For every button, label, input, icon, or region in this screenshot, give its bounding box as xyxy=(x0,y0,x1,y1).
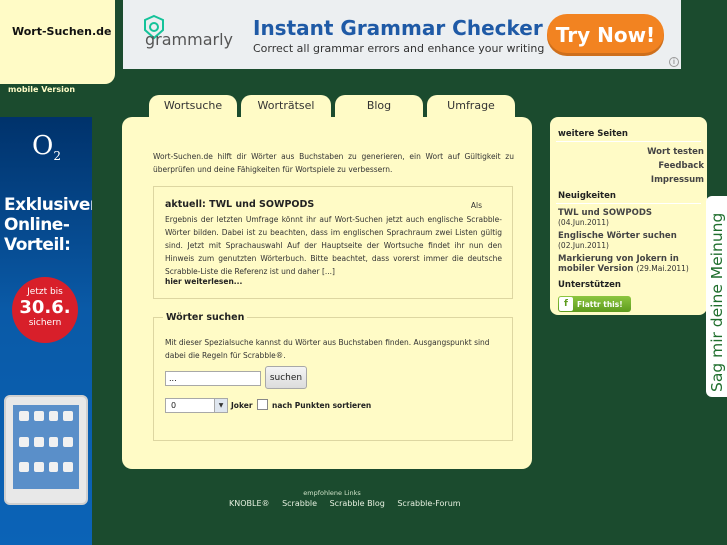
tab-umfrage[interactable]: Umfrage xyxy=(427,95,515,119)
divider xyxy=(556,141,701,142)
feedback-side-tab[interactable]: Sag mir deine Meinung xyxy=(706,196,727,397)
search-legend: Wörter suchen xyxy=(163,312,248,323)
right-sidebar: weitere Seiten Wort testen Feedback Impr… xyxy=(550,117,707,315)
joker-select[interactable]: 0 ▼ xyxy=(165,398,228,413)
feedback-tab-label: Sag mir deine Meinung xyxy=(708,212,726,392)
flattr-button[interactable]: f Flattr this! xyxy=(558,296,631,312)
grammarly-banner-ad[interactable]: grammarly Instant Grammar Checker Correc… xyxy=(123,0,681,69)
footer-links: KNOBLE® Scrabble Scrabble Blog Scrabble-… xyxy=(229,499,471,508)
support-heading: Unterstützen xyxy=(558,280,621,290)
o2-offer-badge: Jetzt bis 30.6. sichern xyxy=(12,277,78,343)
tab-wortraetsel[interactable]: Worträtsel xyxy=(241,95,331,119)
news-heading: Neuigkeiten xyxy=(558,191,616,201)
flattr-icon: f xyxy=(559,297,573,311)
site-logo-box[interactable]: Wort-Suchen.de xyxy=(0,0,115,84)
pages-heading: weitere Seiten xyxy=(558,129,628,139)
ad-subline: Correct all grammar errors and enhance y… xyxy=(253,42,545,55)
mobile-version-link[interactable]: mobile Version xyxy=(8,85,75,94)
divider xyxy=(556,203,701,204)
search-button[interactable]: suchen xyxy=(265,366,307,389)
grammarly-brand: grammarly xyxy=(145,30,234,49)
site-logo[interactable]: Wort-Suchen.de xyxy=(12,25,111,38)
news-box: aktuell: TWL und SOWPODS Als Ergebnis de… xyxy=(153,186,513,299)
tab-blog[interactable]: Blog xyxy=(335,95,423,119)
o2-logo: O2 xyxy=(32,131,61,164)
footer-link-scrabble[interactable]: Scrabble xyxy=(282,499,317,508)
joker-select-value: 0 xyxy=(171,401,177,410)
footer-link-scrabble-blog[interactable]: Scrabble Blog xyxy=(330,499,385,508)
try-now-button[interactable]: Try Now! xyxy=(547,14,664,56)
news-title[interactable]: aktuell: TWL und SOWPODS xyxy=(165,199,314,210)
sidebar-link-wort-testen[interactable]: Wort testen xyxy=(647,147,704,157)
intro-text: Wort-Suchen.de hilft dir Wörter aus Buch… xyxy=(153,152,514,174)
sidebar-news-item[interactable]: Englische Wörter suchen (02.Jun.2011) xyxy=(558,232,704,251)
info-icon[interactable]: i xyxy=(669,57,679,67)
news-als-text: Als xyxy=(470,201,482,210)
flattr-label: Flattr this! xyxy=(577,299,623,309)
joker-label: Joker xyxy=(231,401,253,410)
sort-by-points-label: nach Punkten sortieren xyxy=(272,401,372,410)
sidebar-link-feedback[interactable]: Feedback xyxy=(658,161,704,171)
tab-wortsuche[interactable]: Wortsuche xyxy=(149,95,237,119)
letters-input[interactable] xyxy=(165,371,261,386)
sidebar-news-item[interactable]: Markierung von Jokern in mobiler Version… xyxy=(558,255,704,274)
o2-side-ad[interactable]: O2 Exklusiver Online- Vorteil: Jetzt bis… xyxy=(0,117,92,545)
o2-ad-text: Exklusiver Online- Vorteil: xyxy=(4,195,92,255)
footer-link-knoble[interactable]: KNOBLE® xyxy=(229,499,270,508)
sidebar-link-impressum[interactable]: Impressum xyxy=(651,175,704,185)
sort-by-points-checkbox[interactable] xyxy=(257,399,268,410)
news-body: Ergebnis der letzten Umfrage könnt ihr a… xyxy=(165,215,502,276)
read-more-link[interactable]: hier weiterlesen... xyxy=(165,277,242,286)
footer-link-scrabble-forum[interactable]: Scrabble-Forum xyxy=(397,499,460,508)
main-content: Wort-Suchen.de hilft dir Wörter aus Buch… xyxy=(122,117,532,469)
search-description: Mit dieser Spezialsuche kannst du Wörter… xyxy=(165,338,490,360)
ad-headline: Instant Grammar Checker xyxy=(253,16,543,40)
sidebar-news-item[interactable]: TWL und SOWPODS (04.Jun.2011) xyxy=(558,209,704,228)
recommended-links-label: empfohlene Links xyxy=(303,489,361,497)
chevron-down-icon[interactable]: ▼ xyxy=(214,399,227,412)
word-search-fieldset: Wörter suchen Mit dieser Spezialsuche ka… xyxy=(153,312,513,441)
